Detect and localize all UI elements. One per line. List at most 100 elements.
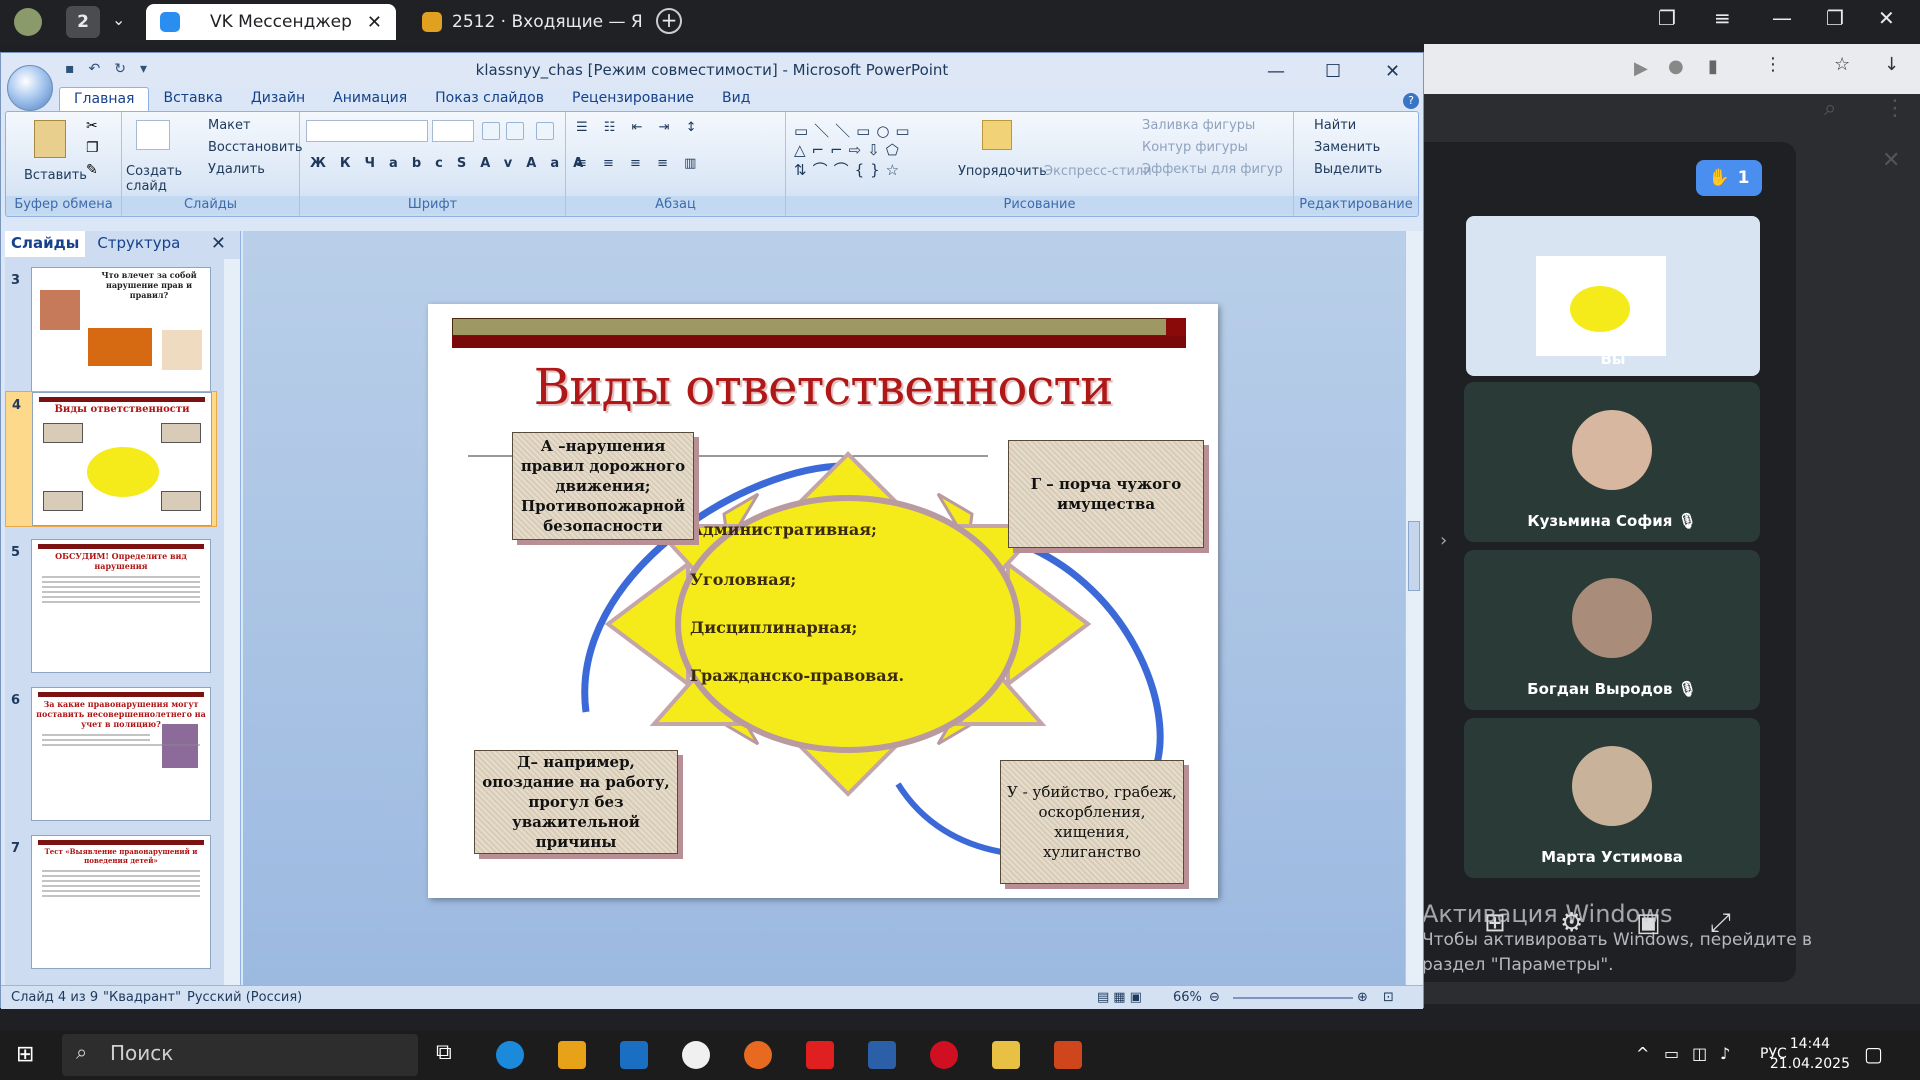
word-icon[interactable] bbox=[868, 1041, 896, 1069]
participant-tile[interactable]: Кузьмина София 🎙 bbox=[1464, 382, 1760, 542]
new-tab-icon[interactable]: + bbox=[656, 8, 682, 34]
battery-icon[interactable]: ▭ bbox=[1664, 1044, 1679, 1063]
copy-icon[interactable]: ❐ bbox=[86, 140, 99, 156]
start-icon[interactable]: ⊞ bbox=[16, 1042, 34, 1067]
slide-thumbnail[interactable]: 7 Тест «Выявление правонарушений и повед… bbox=[5, 835, 217, 971]
opera-icon[interactable] bbox=[930, 1041, 958, 1069]
new-slide-icon[interactable] bbox=[136, 120, 170, 150]
delete-button[interactable]: Удалить bbox=[208, 162, 265, 177]
close-icon[interactable]: ✕ bbox=[1385, 55, 1400, 89]
arrange-button[interactable]: Упорядочить bbox=[958, 164, 1047, 179]
align-icons[interactable]: ≡ ≡ ≡ ≡ ▥ bbox=[576, 156, 702, 171]
qat-customize-icon[interactable]: ▾ bbox=[140, 61, 161, 77]
outlook-icon[interactable] bbox=[620, 1041, 648, 1069]
taskbar-clock[interactable]: 14:44 21.04.2025 bbox=[1770, 1034, 1850, 1074]
store-icon[interactable] bbox=[558, 1041, 586, 1069]
taskbar-search[interactable]: ⌕ Поиск bbox=[62, 1034, 418, 1076]
search-icon[interactable]: ⌕ bbox=[1824, 96, 1836, 121]
maximize-icon[interactable]: ☐ bbox=[1325, 55, 1341, 89]
tab-review[interactable]: Рецензирование bbox=[558, 87, 708, 111]
collapse-panel-chevron-icon[interactable]: › bbox=[1440, 530, 1447, 551]
find-button[interactable]: Найти bbox=[1314, 118, 1356, 133]
vertical-scrollbar[interactable] bbox=[1405, 231, 1423, 987]
collections-icon[interactable]: ❐ bbox=[1658, 6, 1676, 30]
close-chat-icon[interactable]: ✕ bbox=[1882, 148, 1900, 173]
shape-effects-button[interactable]: Эффекты для фигур bbox=[1142, 162, 1283, 177]
undo-icon[interactable]: ↶ bbox=[89, 61, 115, 77]
grow-font-icon[interactable] bbox=[482, 122, 500, 140]
more-icon[interactable]: ⋮ bbox=[1884, 96, 1906, 121]
mic-icon[interactable]: ● bbox=[1668, 56, 1684, 77]
tab-outline[interactable]: Структура bbox=[85, 231, 192, 257]
tab-slides[interactable]: Слайды bbox=[5, 231, 86, 257]
pane-scrollbar[interactable] bbox=[224, 259, 240, 985]
box-d[interactable]: Д– например, опоздание на работу, прогул… bbox=[474, 750, 678, 854]
firefox-icon[interactable] bbox=[744, 1041, 772, 1069]
zoom-level[interactable]: 66% bbox=[1173, 990, 1202, 1005]
edge-icon[interactable] bbox=[496, 1041, 524, 1069]
clear-format-icon[interactable] bbox=[536, 122, 554, 140]
tab-design[interactable]: Дизайн bbox=[237, 87, 319, 111]
font-name-select[interactable] bbox=[306, 120, 428, 142]
close-window-icon[interactable]: ✕ bbox=[1878, 6, 1895, 30]
close-pane-icon[interactable]: ✕ bbox=[211, 233, 226, 254]
box-g[interactable]: Г – порча чужого имущества bbox=[1008, 440, 1204, 548]
tab-insert[interactable]: Вставка bbox=[149, 87, 236, 111]
yandex-icon[interactable] bbox=[806, 1041, 834, 1069]
raised-hands-badge[interactable]: ✋ 1 bbox=[1696, 160, 1762, 196]
language-indicator[interactable]: Русский (Россия) bbox=[187, 990, 302, 1005]
bookmark-icon[interactable]: ▮ bbox=[1708, 56, 1718, 77]
network-icon[interactable]: ◫ bbox=[1692, 1044, 1707, 1063]
task-view-icon[interactable]: ⧉ bbox=[436, 1040, 452, 1065]
shapes-gallery[interactable]: ▭＼＼▭○▭ △⌐⌐⇨⇩⬠ ⇅⌒⌒{}☆ bbox=[794, 120, 916, 180]
tab-vk-messenger[interactable]: VK Мессенджер ✕ bbox=[146, 4, 396, 40]
zoom-out-icon[interactable]: ⊖ bbox=[1209, 990, 1220, 1005]
font-size-select[interactable] bbox=[432, 120, 474, 142]
help-icon[interactable]: ? bbox=[1403, 93, 1419, 109]
minimize-icon[interactable]: — bbox=[1772, 6, 1792, 30]
paste-icon[interactable] bbox=[34, 120, 66, 158]
participant-tile[interactable]: Богдан Выродов 🎙 bbox=[1464, 550, 1760, 710]
tab-home[interactable]: Главная bbox=[59, 87, 150, 111]
slide-thumbnail[interactable]: 5 ОБСУДИМ! Определите вид нарушения bbox=[5, 539, 217, 675]
shape-outline-button[interactable]: Контур фигуры bbox=[1142, 140, 1248, 155]
reset-button[interactable]: Восстановить bbox=[208, 140, 303, 155]
arrange-icon[interactable] bbox=[982, 120, 1012, 150]
fit-window-icon[interactable]: ⊡ bbox=[1383, 990, 1394, 1005]
tab-animation[interactable]: Анимация bbox=[319, 87, 421, 111]
camera-icon[interactable]: ▶ bbox=[1634, 58, 1648, 79]
shape-fill-button[interactable]: Заливка фигуры bbox=[1142, 118, 1255, 133]
volume-icon[interactable]: ♪ bbox=[1720, 1044, 1730, 1063]
zoom-slider[interactable] bbox=[1233, 997, 1353, 999]
tab-yandex-mail[interactable]: 2512 · Входящие — Яндекс bbox=[408, 4, 648, 40]
profile-avatar[interactable] bbox=[14, 8, 42, 36]
favorites-icon[interactable]: ☆ bbox=[1834, 54, 1850, 75]
shrink-font-icon[interactable] bbox=[506, 122, 524, 140]
notifications-center-icon[interactable]: ▢ bbox=[1864, 1042, 1883, 1066]
office-button[interactable] bbox=[7, 65, 53, 111]
explorer-icon[interactable] bbox=[992, 1041, 1020, 1069]
slide-canvas[interactable]: Виды ответственности Административная; У… bbox=[428, 304, 1218, 898]
tab-count-button[interactable]: 2 bbox=[66, 6, 100, 38]
tab-slideshow[interactable]: Показ слайдов bbox=[421, 87, 558, 111]
replace-button[interactable]: Заменить bbox=[1314, 140, 1380, 155]
tab-list-chevron-icon[interactable]: ⌄ bbox=[112, 10, 125, 29]
list-icons[interactable]: ☰ ☷ ⇤ ⇥ ↕ bbox=[576, 120, 703, 135]
slide-thumbnail-selected[interactable]: 4 Виды ответственности bbox=[5, 391, 217, 527]
format-painter-icon[interactable]: ✎ bbox=[86, 162, 98, 178]
redo-icon[interactable]: ↻ bbox=[114, 61, 140, 77]
powerpoint-icon[interactable] bbox=[1054, 1041, 1082, 1069]
paste-button[interactable]: Вставить bbox=[24, 168, 87, 183]
self-video-tile[interactable]: Вы bbox=[1466, 216, 1760, 376]
quick-styles-button[interactable]: Экспресс-стили bbox=[1044, 164, 1152, 179]
slide-thumbnail[interactable]: 6 За какие правонарушения могут поставит… bbox=[5, 687, 217, 823]
menu-dots-icon[interactable]: ⋮ bbox=[1764, 54, 1782, 75]
restore-icon[interactable]: ❐ bbox=[1826, 6, 1844, 30]
box-a[interactable]: А –нарушения правил дорожного движения; … bbox=[512, 432, 694, 540]
new-slide-button[interactable]: Создать слайд bbox=[126, 164, 182, 194]
participant-tile[interactable]: Марта Устимова bbox=[1464, 718, 1760, 878]
layout-button[interactable]: Макет bbox=[208, 118, 251, 133]
scroll-thumb[interactable] bbox=[1408, 521, 1420, 591]
font-format-icons[interactable]: ЖКЧabcSAvAaA bbox=[310, 156, 597, 171]
box-u[interactable]: У - убийство, грабеж, оскорбления, хищен… bbox=[1000, 760, 1184, 884]
